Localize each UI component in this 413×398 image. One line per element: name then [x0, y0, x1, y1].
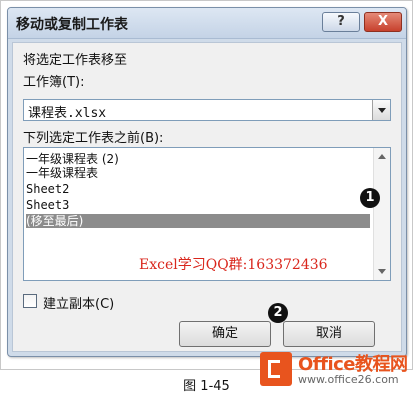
close-icon: X	[377, 14, 389, 29]
title-bar: 移动或复制工作表 ? X	[8, 8, 406, 39]
list-scrollbar[interactable]	[373, 148, 390, 280]
list-item[interactable]: Sheet2	[26, 182, 370, 196]
help-button[interactable]: ?	[322, 12, 360, 32]
workbook-select[interactable]: 课程表.xlsx	[23, 99, 391, 121]
help-icon: ?	[337, 14, 345, 29]
close-button[interactable]: X	[364, 12, 402, 32]
ok-button[interactable]: 确定	[179, 321, 271, 347]
watermark-text: Excel学习QQ群:163372436	[139, 257, 328, 273]
workbook-label: 工作簿(T):	[23, 75, 85, 90]
cancel-button[interactable]: 取消	[283, 321, 375, 347]
dialog-title: 移动或复制工作表	[16, 17, 128, 33]
list-item[interactable]: 一年级课程表	[26, 166, 370, 180]
list-item[interactable]: 一年级课程表 (2)	[26, 152, 370, 166]
dropdown-arrow-icon[interactable]	[372, 100, 390, 120]
step-marker-2: 2	[268, 303, 288, 323]
logo-url-text: www.office26.com	[298, 373, 399, 386]
list-item[interactable]: Sheet3	[26, 198, 370, 212]
dialog-body: 将选定工作表移至 工作簿(T): 课程表.xlsx 下列选定工作表之前(B): …	[12, 42, 402, 352]
move-to-label: 将选定工作表移至	[23, 53, 128, 68]
office-logo-icon	[260, 352, 292, 386]
copy-checkbox-label[interactable]: 建立副本(C)	[43, 293, 114, 312]
list-item-selected[interactable]: (移至最后)	[26, 214, 370, 228]
scroll-up-icon[interactable]	[378, 154, 386, 159]
move-copy-dialog: 移动或复制工作表 ? X 将选定工作表移至 工作簿(T): 课程表.xlsx 下…	[7, 7, 407, 357]
before-sheet-label: 下列选定工作表之前(B):	[23, 131, 164, 146]
workbook-value: 课程表.xlsx	[28, 106, 107, 121]
copy-checkbox[interactable]	[23, 294, 37, 308]
step-marker-1: 1	[360, 188, 380, 208]
figure-frame: 移动或复制工作表 ? X 将选定工作表移至 工作簿(T): 课程表.xlsx 下…	[0, 0, 413, 370]
site-logo: Office教程网 www.office26.com	[258, 348, 410, 394]
scroll-down-icon[interactable]	[378, 269, 386, 274]
